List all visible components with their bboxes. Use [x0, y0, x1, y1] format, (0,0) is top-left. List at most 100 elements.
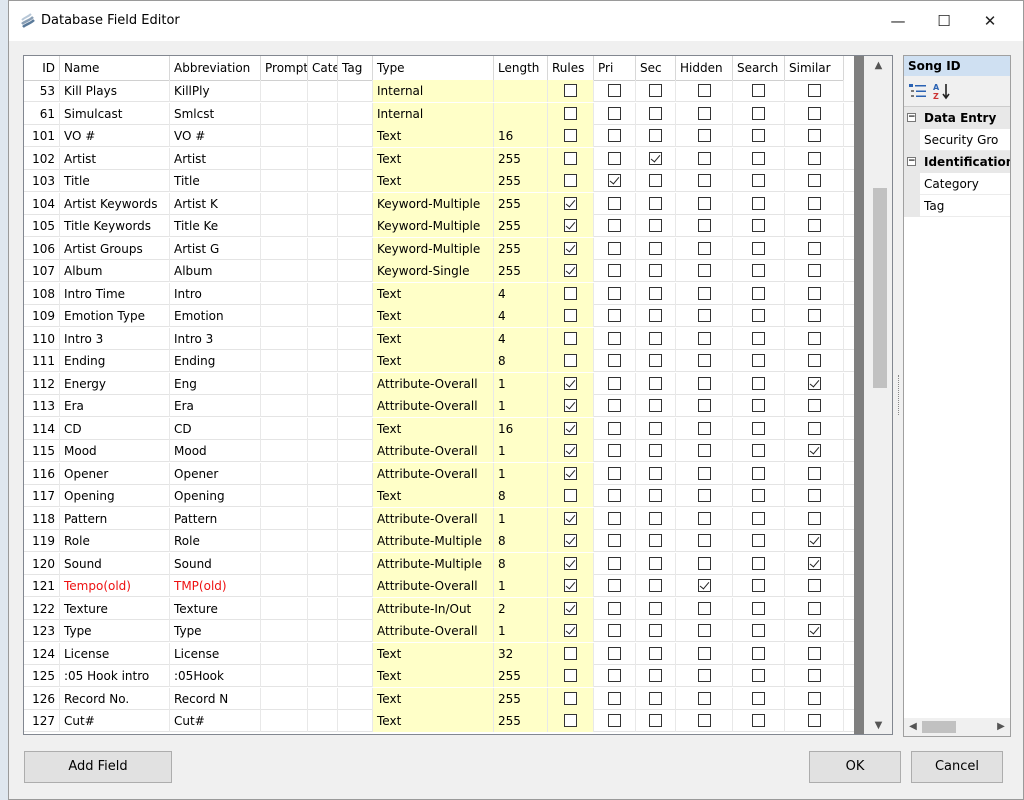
cell-prompt[interactable] — [261, 485, 308, 507]
cell-id[interactable]: 103 — [24, 170, 60, 192]
table-row[interactable]: 109 Emotion Type Emotion Text 4 — [24, 305, 854, 327]
table-row[interactable]: 111 Ending Ending Text 8 — [24, 350, 854, 372]
column-header-prompt[interactable]: Prompt — [261, 56, 308, 80]
cell-cat[interactable] — [308, 417, 338, 440]
cell-prompt[interactable] — [261, 305, 308, 327]
cell-prompt[interactable] — [261, 282, 308, 305]
search-checkbox[interactable] — [752, 714, 765, 727]
cell-name[interactable]: CD — [60, 417, 170, 440]
cell-prompt[interactable] — [261, 215, 308, 237]
rules-checkbox[interactable] — [564, 624, 577, 637]
cell-length[interactable]: 255 — [494, 687, 548, 710]
cell-id[interactable]: 120 — [24, 552, 60, 575]
cell-name[interactable]: Simulcast — [60, 102, 170, 125]
cell-type[interactable]: Attribute-Overall — [373, 372, 494, 395]
hidden-checkbox[interactable] — [698, 286, 711, 300]
cell-name[interactable]: Artist — [60, 147, 170, 170]
cell-id[interactable]: 109 — [24, 305, 60, 327]
rules-checkbox[interactable] — [564, 354, 577, 367]
hidden-checkbox[interactable] — [698, 84, 711, 97]
cell-name[interactable]: Era — [60, 395, 170, 417]
rules-checkbox[interactable] — [564, 376, 577, 390]
cell-cat[interactable] — [308, 215, 338, 237]
table-row[interactable]: 105 Title Keywords Title Ke Keyword-Multipl… — [24, 215, 854, 237]
similar-checkbox[interactable] — [808, 331, 821, 345]
cell-cat[interactable] — [308, 620, 338, 642]
property-scroll-thumb[interactable] — [922, 721, 956, 733]
search-checkbox[interactable] — [752, 511, 765, 525]
cell-abbr[interactable]: Opener — [170, 462, 261, 485]
pri-checkbox[interactable] — [608, 466, 621, 480]
cell-name[interactable]: Ending — [60, 350, 170, 372]
cell-tag[interactable] — [338, 327, 373, 350]
rules-checkbox[interactable] — [564, 669, 577, 682]
cell-type[interactable]: Text — [373, 485, 494, 507]
table-row[interactable]: 112 Energy Eng Attribute-Overall 1 — [24, 372, 854, 395]
hidden-checkbox[interactable] — [698, 511, 711, 525]
cell-prompt[interactable] — [261, 507, 308, 530]
search-checkbox[interactable] — [752, 331, 765, 345]
table-row[interactable]: 117 Opening Opening Text 8 — [24, 485, 854, 507]
search-checkbox[interactable] — [752, 601, 765, 615]
cell-cat[interactable] — [308, 395, 338, 417]
cell-name[interactable]: Opening — [60, 485, 170, 507]
rules-checkbox[interactable] — [564, 84, 577, 97]
cell-id[interactable]: 125 — [24, 665, 60, 687]
cell-id[interactable]: 124 — [24, 642, 60, 665]
similar-checkbox[interactable] — [808, 151, 821, 165]
rules-checkbox[interactable] — [564, 601, 577, 615]
hidden-checkbox[interactable] — [698, 624, 711, 637]
search-checkbox[interactable] — [752, 669, 765, 682]
cell-id[interactable]: 53 — [24, 80, 60, 102]
rules-checkbox[interactable] — [564, 174, 577, 187]
cell-length[interactable]: 255 — [494, 170, 548, 192]
cell-cat[interactable] — [308, 597, 338, 620]
cell-name[interactable]: Sound — [60, 552, 170, 575]
cell-prompt[interactable] — [261, 710, 308, 732]
cell-length[interactable]: 255 — [494, 260, 548, 282]
hidden-checkbox[interactable] — [698, 669, 711, 682]
cell-id[interactable]: 111 — [24, 350, 60, 372]
similar-checkbox[interactable] — [808, 309, 821, 322]
sec-checkbox[interactable] — [649, 556, 662, 570]
cell-prompt[interactable] — [261, 237, 308, 260]
hidden-checkbox[interactable] — [698, 376, 711, 390]
hidden-checkbox[interactable] — [698, 466, 711, 480]
cell-name[interactable]: Type — [60, 620, 170, 642]
cell-abbr[interactable]: Artist G — [170, 237, 261, 260]
rules-checkbox[interactable] — [564, 421, 577, 435]
cell-prompt[interactable] — [261, 620, 308, 642]
cell-abbr[interactable]: TMP(old) — [170, 575, 261, 597]
cell-length[interactable]: 255 — [494, 215, 548, 237]
cell-prompt[interactable] — [261, 192, 308, 215]
scroll-up-icon[interactable]: ▲ — [864, 56, 892, 76]
rules-checkbox[interactable] — [564, 646, 577, 660]
column-header-rules[interactable]: Rules — [548, 56, 594, 80]
cell-id[interactable]: 107 — [24, 260, 60, 282]
cell-id[interactable]: 115 — [24, 440, 60, 462]
cell-id[interactable]: 117 — [24, 485, 60, 507]
minimize-button[interactable]: — — [875, 1, 921, 41]
table-row[interactable]: 115 Mood Mood Attribute-Overall 1 — [24, 440, 854, 462]
cell-length[interactable]: 1 — [494, 575, 548, 597]
sec-checkbox[interactable] — [649, 669, 662, 682]
sec-checkbox[interactable] — [649, 241, 662, 255]
table-row[interactable]: 116 Opener Opener Attribute-Overall 1 — [24, 462, 854, 485]
table-row[interactable]: 119 Role Role Attribute-Multiple 8 — [24, 530, 854, 552]
sec-checkbox[interactable] — [649, 219, 662, 232]
cell-type[interactable]: Text — [373, 327, 494, 350]
cell-abbr[interactable]: Sound — [170, 552, 261, 575]
search-checkbox[interactable] — [752, 691, 765, 705]
table-row[interactable]: 121 Tempo(old) TMP(old) Attribute-Overall 1 — [24, 575, 854, 597]
ok-button[interactable]: OK — [809, 751, 901, 783]
table-row[interactable]: 103 Title Title Text 255 — [24, 170, 854, 192]
sec-checkbox[interactable] — [649, 466, 662, 480]
cell-tag[interactable] — [338, 260, 373, 282]
cancel-button[interactable]: Cancel — [911, 751, 1003, 783]
cell-length[interactable]: 1 — [494, 462, 548, 485]
pri-checkbox[interactable] — [608, 421, 621, 435]
hidden-checkbox[interactable] — [698, 691, 711, 705]
cell-name[interactable]: Intro Time — [60, 282, 170, 305]
cell-prompt[interactable] — [261, 665, 308, 687]
cell-prompt[interactable] — [261, 642, 308, 665]
